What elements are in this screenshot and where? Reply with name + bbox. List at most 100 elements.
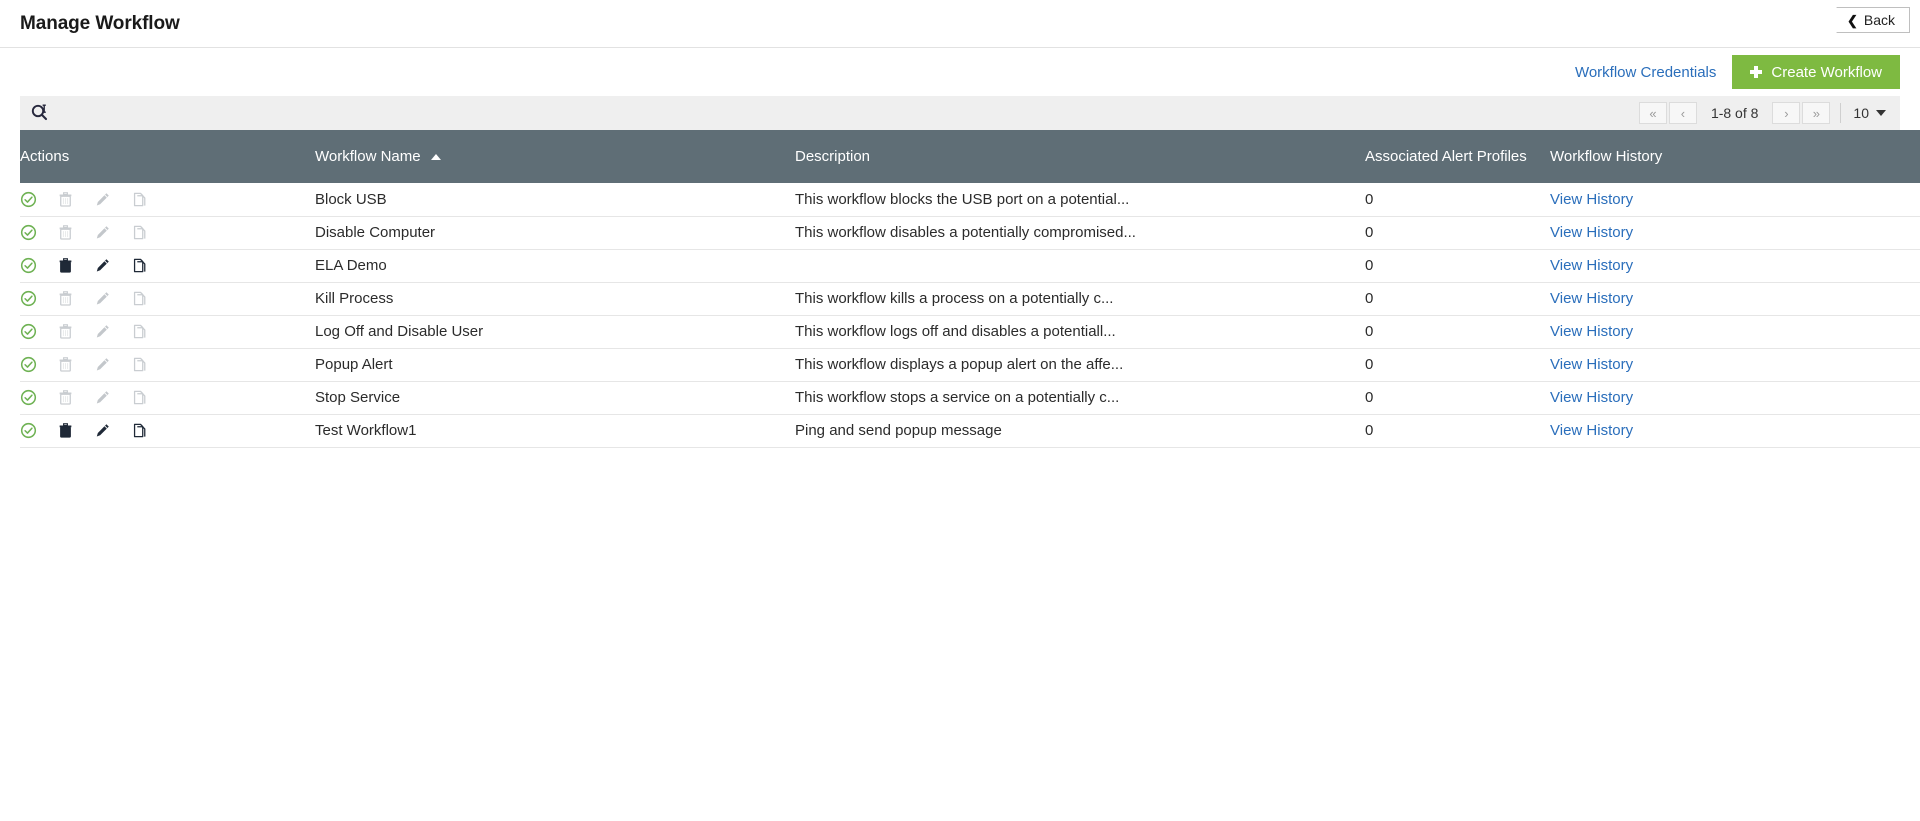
- table-header: Actions Workflow Name Description Associ…: [20, 130, 1920, 183]
- check-circle-icon[interactable]: [20, 290, 37, 307]
- copy-icon[interactable]: [131, 422, 148, 439]
- table-row: Disable Computer This workflow disables a…: [20, 216, 1920, 250]
- table-row: Kill Process This workflow kills a proces…: [20, 282, 1920, 316]
- row-workflow-name: Disable Computer: [315, 216, 795, 250]
- view-history-link[interactable]: View History: [1550, 323, 1633, 340]
- row-workflow-history: View History: [1550, 183, 1920, 217]
- column-header-associated-alert-profiles[interactable]: Associated Alert Profiles: [1365, 130, 1550, 183]
- table-body: Block USB This workflow blocks the USB po…: [20, 183, 1920, 448]
- pencil-icon: [94, 290, 111, 307]
- check-circle-icon[interactable]: [20, 323, 37, 340]
- column-header-actions[interactable]: Actions: [20, 130, 315, 183]
- row-workflow-name: Stop Service: [315, 381, 795, 415]
- check-circle-icon[interactable]: [20, 389, 37, 406]
- table-row: Block USB This workflow blocks the USB po…: [20, 183, 1920, 217]
- page-header: Manage Workflow ❮ Back: [0, 0, 1920, 48]
- check-circle-icon[interactable]: [20, 257, 37, 274]
- grid-toolbar: « ‹ 1-8 of 8 › » 10: [20, 96, 1900, 130]
- check-circle-icon[interactable]: [20, 224, 37, 241]
- trash-icon: [57, 191, 74, 208]
- row-workflow-history: View History: [1550, 282, 1920, 316]
- table-header-row: Actions Workflow Name Description Associ…: [20, 130, 1920, 183]
- pencil-icon: [94, 191, 111, 208]
- copy-icon: [131, 323, 148, 340]
- copy-icon: [131, 356, 148, 373]
- check-circle-icon[interactable]: [20, 422, 37, 439]
- row-associated-alert-profiles: 0: [1365, 183, 1550, 217]
- row-workflow-name: ELA Demo: [315, 249, 795, 283]
- pencil-icon[interactable]: [94, 257, 111, 274]
- page-title: Manage Workflow: [20, 12, 180, 34]
- search-input[interactable]: [56, 102, 356, 124]
- row-actions-cell: [20, 216, 315, 250]
- create-workflow-button[interactable]: Create Workflow: [1732, 55, 1900, 89]
- row-actions-cell: [20, 282, 315, 316]
- trash-icon: [57, 356, 74, 373]
- view-history-link[interactable]: View History: [1550, 290, 1633, 307]
- pager-divider: [1840, 103, 1842, 123]
- column-header-workflow-history-label: Workflow History: [1550, 148, 1663, 165]
- row-associated-alert-profiles: 0: [1365, 216, 1550, 250]
- pager-prev-button[interactable]: ‹: [1668, 102, 1697, 124]
- pager-range-label: 1-8 of 8: [1710, 105, 1759, 121]
- trash-icon[interactable]: [57, 422, 74, 439]
- pencil-icon: [94, 323, 111, 340]
- row-workflow-name: Log Off and Disable User: [315, 315, 795, 349]
- back-button[interactable]: ❮ Back: [1826, 7, 1910, 33]
- row-actions-cell: [20, 348, 315, 382]
- view-history-link[interactable]: View History: [1550, 356, 1633, 373]
- pager-next-button[interactable]: ›: [1772, 102, 1801, 124]
- row-description: Ping and send popup message: [795, 414, 1365, 448]
- table-row: Test Workflow1 Ping and send popup messag…: [20, 414, 1920, 448]
- trash-icon: [57, 290, 74, 307]
- plus-icon: [1750, 66, 1763, 78]
- search-area: [30, 102, 1639, 124]
- page-size-value: 10: [1853, 105, 1869, 121]
- row-actions-cell: [20, 414, 315, 448]
- table-row: Popup Alert This workflow displays a popu…: [20, 348, 1920, 382]
- row-associated-alert-profiles: 0: [1365, 381, 1550, 415]
- workflow-credentials-link[interactable]: Workflow Credentials: [1575, 65, 1716, 80]
- row-workflow-history: View History: [1550, 381, 1920, 415]
- view-history-link[interactable]: View History: [1550, 422, 1633, 439]
- row-workflow-history: View History: [1550, 216, 1920, 250]
- view-history-link[interactable]: View History: [1550, 224, 1633, 241]
- row-actions-cell: [20, 249, 315, 283]
- row-workflow-history: View History: [1550, 348, 1920, 382]
- view-history-link[interactable]: View History: [1550, 191, 1633, 208]
- row-description: This workflow disables a potentially com…: [795, 216, 1365, 250]
- pencil-icon[interactable]: [94, 422, 111, 439]
- copy-icon: [131, 191, 148, 208]
- column-header-associated-alert-profiles-label: Associated Alert Profiles: [1365, 148, 1527, 165]
- column-header-actions-label: Actions: [20, 148, 70, 165]
- trash-icon: [57, 224, 74, 241]
- pencil-icon: [94, 356, 111, 373]
- copy-icon: [131, 389, 148, 406]
- pagination: « ‹ 1-8 of 8 › » 10: [1638, 102, 1892, 124]
- row-associated-alert-profiles: 0: [1365, 414, 1550, 448]
- chevron-down-icon: [1876, 110, 1886, 116]
- row-associated-alert-profiles: 0: [1365, 315, 1550, 349]
- sort-ascending-icon: [430, 153, 441, 160]
- copy-icon[interactable]: [131, 257, 148, 274]
- create-workflow-label: Create Workflow: [1771, 63, 1882, 81]
- back-button-label: Back: [1863, 12, 1895, 28]
- check-circle-icon[interactable]: [20, 191, 37, 208]
- row-workflow-name: Test Workflow1: [315, 414, 795, 448]
- check-circle-icon[interactable]: [20, 356, 37, 373]
- search-icon[interactable]: [30, 103, 50, 123]
- pager-first-button[interactable]: «: [1638, 102, 1667, 124]
- trash-icon[interactable]: [57, 257, 74, 274]
- column-header-workflow-history[interactable]: Workflow History: [1550, 130, 1920, 183]
- view-history-link[interactable]: View History: [1550, 389, 1633, 406]
- view-history-link[interactable]: View History: [1550, 257, 1633, 274]
- workflow-table: Actions Workflow Name Description Associ…: [20, 130, 1920, 448]
- row-actions-cell: [20, 381, 315, 415]
- pager-last-button[interactable]: »: [1802, 102, 1831, 124]
- row-associated-alert-profiles: 0: [1365, 249, 1550, 283]
- column-header-workflow-name[interactable]: Workflow Name: [315, 130, 795, 183]
- trash-icon: [57, 389, 74, 406]
- row-description: This workflow stops a service on a poten…: [795, 381, 1365, 415]
- column-header-description[interactable]: Description: [795, 130, 1365, 183]
- page-size-select[interactable]: 10: [1853, 105, 1892, 121]
